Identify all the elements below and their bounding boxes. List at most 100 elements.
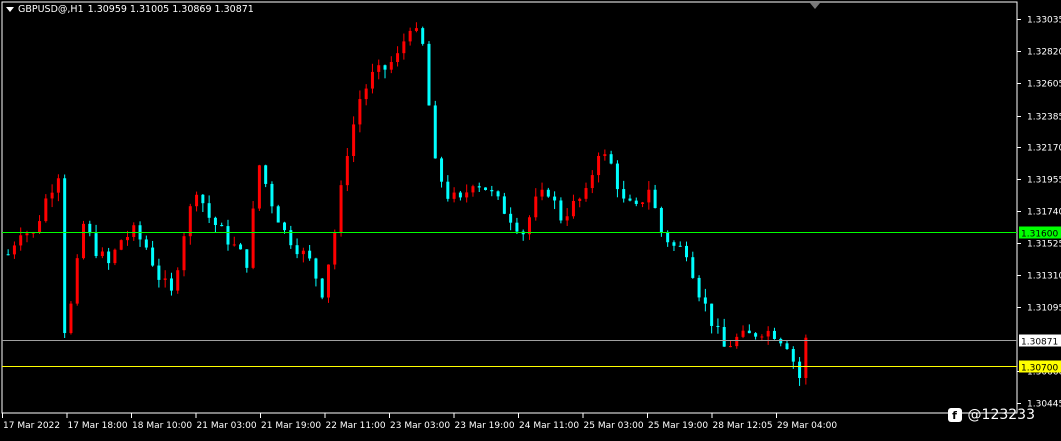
candle-body: [496, 191, 500, 197]
candle: [113, 248, 117, 266]
y-tick-label: 1.32605: [1027, 80, 1061, 90]
candle-body: [264, 165, 268, 184]
y-tick-label: 1.31310: [1027, 272, 1061, 282]
y-tick-label: 1.33035: [1027, 16, 1061, 26]
candle-body: [590, 175, 594, 189]
candle-body: [402, 41, 406, 54]
candle-body: [628, 198, 632, 201]
level-label: 1.30871: [1021, 338, 1058, 348]
candle-body: [25, 233, 29, 236]
candle-body: [358, 99, 362, 125]
candle-body: [766, 330, 770, 337]
candle: [427, 41, 431, 106]
chart-shift-marker-icon[interactable]: [810, 3, 820, 9]
candle-body: [791, 349, 795, 362]
candle-body: [352, 124, 356, 157]
candle-body: [490, 189, 494, 192]
candle-body: [703, 297, 707, 304]
candle-body: [63, 178, 67, 334]
candle-body: [571, 200, 575, 217]
candle-body: [440, 158, 444, 182]
ohlc-values: 1.30959 1.31005 1.30869 1.30871: [87, 4, 254, 15]
candle-body: [716, 325, 720, 328]
candle: [559, 197, 563, 224]
plot-border: [1, 1, 1018, 414]
candle-body: [339, 185, 343, 233]
candle: [176, 267, 180, 294]
candle-body: [615, 163, 619, 190]
price-chart[interactable]: 1.33035 1.32820 1.32605 1.32385 1.32170 1.319…: [0, 0, 1061, 437]
candle-body: [735, 336, 739, 347]
candle-body: [213, 217, 217, 226]
candle-body: [370, 71, 374, 89]
candle-body: [647, 189, 651, 203]
candle-body: [270, 183, 274, 207]
time-axis[interactable]: 17 Mar 2022 17 Mar 18:00 18 Mar 10:00 21 Ma…: [2, 413, 838, 431]
candle: [257, 164, 261, 212]
candle-body: [56, 178, 60, 193]
candle-body: [119, 240, 123, 250]
candle: [326, 264, 330, 303]
candle-body: [201, 194, 205, 204]
candle-body: [257, 165, 261, 209]
candle: [276, 204, 280, 223]
watermark-text: @123233: [967, 407, 1035, 423]
watermark-logo-icon: f: [947, 408, 962, 422]
candle-body: [515, 222, 519, 232]
candle-body: [414, 28, 418, 31]
candle-body: [477, 186, 481, 188]
candle: [119, 239, 123, 251]
x-tick-label: 25 Mar 03:00: [584, 421, 644, 431]
price-axis[interactable]: 1.33035 1.32820 1.32605 1.32385 1.32170 1.319…: [1017, 16, 1061, 410]
candle-body: [314, 258, 318, 279]
candle-body: [245, 249, 249, 268]
y-tick-label: 1.32385: [1027, 113, 1061, 123]
candle: [63, 174, 67, 338]
candle-body: [195, 194, 199, 207]
candle: [182, 232, 186, 277]
candle-body: [741, 330, 745, 337]
candle-body: [433, 105, 437, 159]
candle-body: [163, 278, 167, 280]
candle-body: [207, 203, 211, 218]
candle-body: [151, 247, 155, 266]
candle-body: [88, 223, 92, 234]
candle-body: [239, 244, 243, 250]
candle-body: [326, 264, 330, 298]
candle-body: [427, 43, 431, 106]
chart-window[interactable]: 1.33035 1.32820 1.32605 1.32385 1.32170 1.319…: [0, 0, 1061, 437]
candle-body: [100, 251, 104, 257]
dropdown-triangle-icon[interactable]: [6, 7, 14, 12]
x-tick-label: 18 Mar 10:00: [132, 421, 192, 431]
candle-body: [465, 192, 469, 198]
candle-body: [320, 278, 324, 298]
candle-body: [622, 189, 626, 199]
candle-body: [446, 181, 450, 199]
candle-body: [220, 225, 224, 227]
candle-body: [169, 278, 173, 291]
candle: [339, 180, 343, 237]
candle-body: [634, 200, 638, 204]
candle-body: [125, 236, 129, 241]
candle-body: [276, 206, 280, 223]
candle-body: [527, 217, 531, 235]
plot-area[interactable]: [1, 1, 1018, 414]
candle-body: [785, 343, 789, 350]
candle: [804, 334, 808, 385]
candle-body: [113, 249, 117, 264]
candle-body: [251, 208, 255, 268]
candle-body: [760, 336, 764, 338]
candle-body: [685, 245, 689, 258]
candle-body: [19, 235, 23, 246]
candle-body: [471, 186, 475, 193]
y-tick-label: 1.31525: [1027, 240, 1061, 250]
candle-body: [728, 346, 732, 348]
candle-body: [779, 338, 783, 344]
candle-body: [157, 265, 161, 280]
x-tick-label: 25 Mar 19:00: [648, 421, 708, 431]
candle-body: [176, 270, 180, 291]
x-tick-label: 29 Mar 04:00: [777, 421, 837, 431]
candle-body: [578, 198, 582, 201]
candle-body: [226, 226, 230, 245]
candle-body: [609, 154, 613, 164]
